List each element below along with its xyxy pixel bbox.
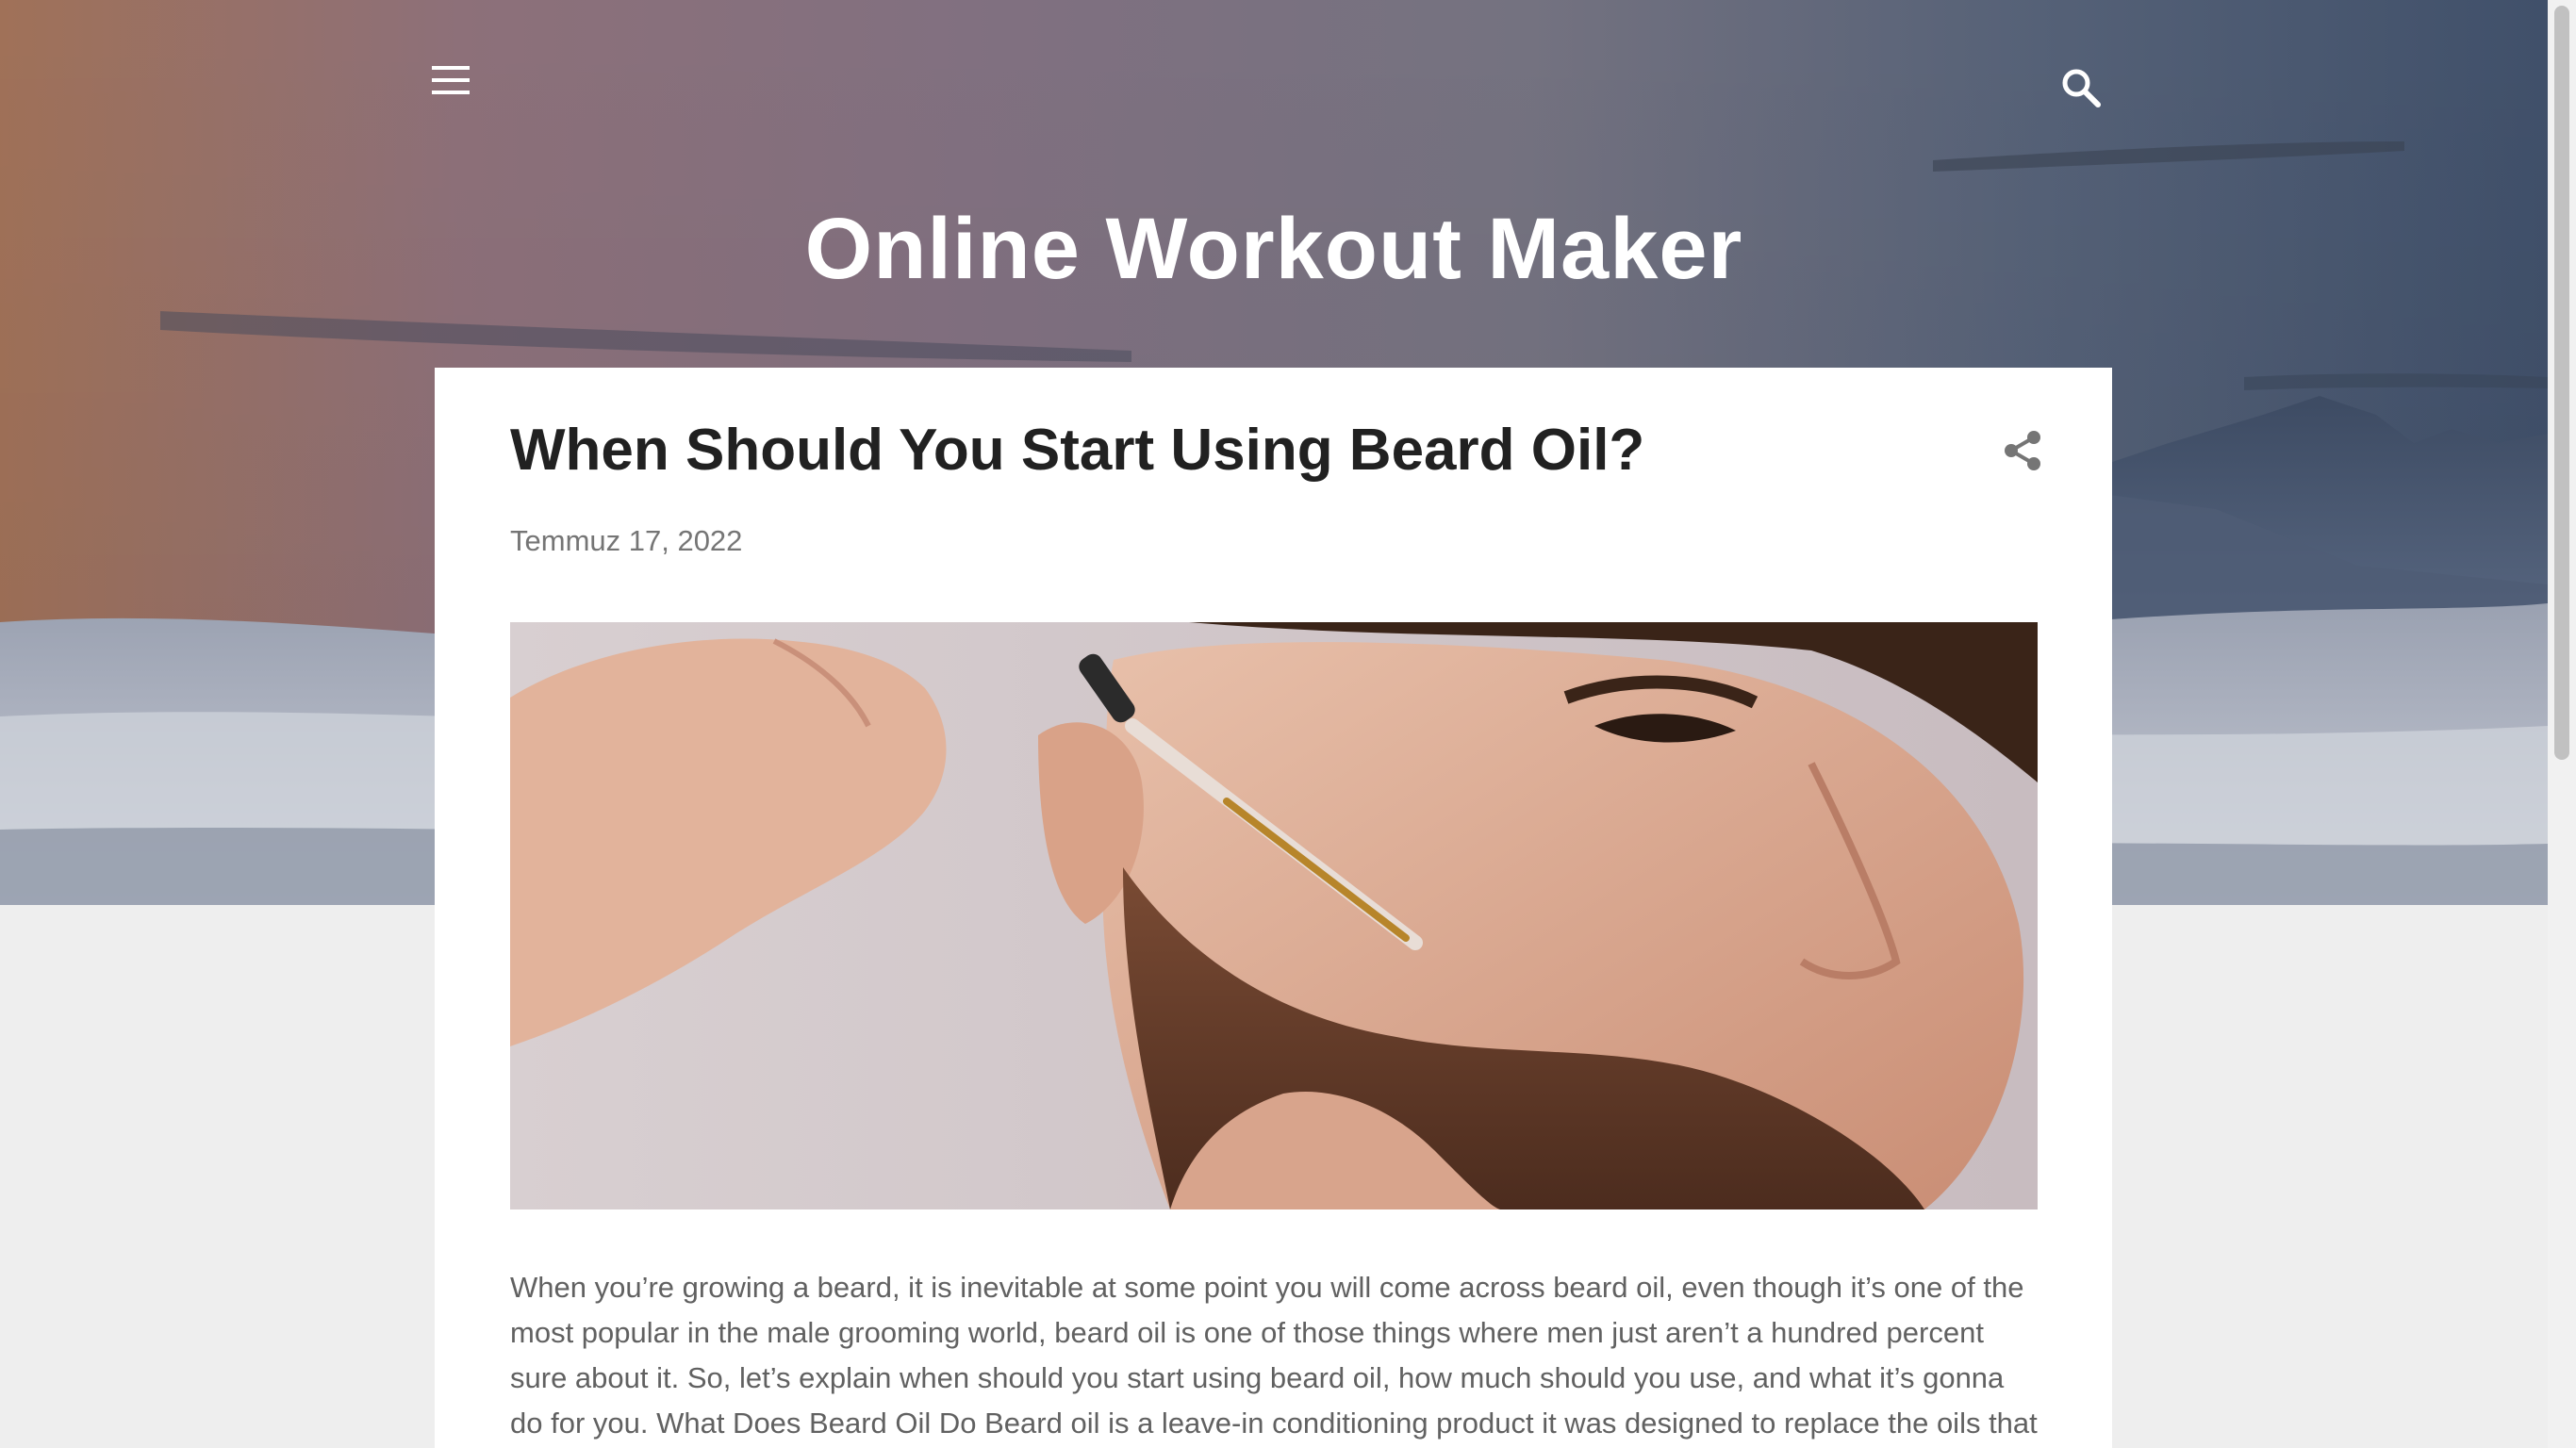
menu-button[interactable] (432, 66, 485, 119)
post-title[interactable]: When Should You Start Using Beard Oil? (510, 417, 1644, 484)
page-scrollbar[interactable] (2548, 0, 2576, 1448)
post-body-text: When you’re growing a beard, it is inevi… (510, 1271, 2038, 1440)
post-date[interactable]: Temmuz 17, 2022 (510, 524, 742, 558)
hamburger-menu-icon (432, 66, 470, 94)
post-featured-image (510, 622, 2038, 1209)
beard-oil-photo (510, 622, 2038, 1209)
page: Online Workout Maker When Should You Sta… (0, 0, 2576, 1448)
post-card: When Should You Start Using Beard Oil? T… (435, 368, 2112, 1448)
site-title[interactable]: Online Workout Maker (0, 200, 2548, 299)
share-button[interactable] (1992, 420, 2053, 481)
scrollbar-thumb[interactable] (2554, 6, 2569, 760)
share-icon (2005, 431, 2040, 470)
search-button[interactable] (2061, 68, 2118, 124)
search-icon (2062, 69, 2101, 107)
